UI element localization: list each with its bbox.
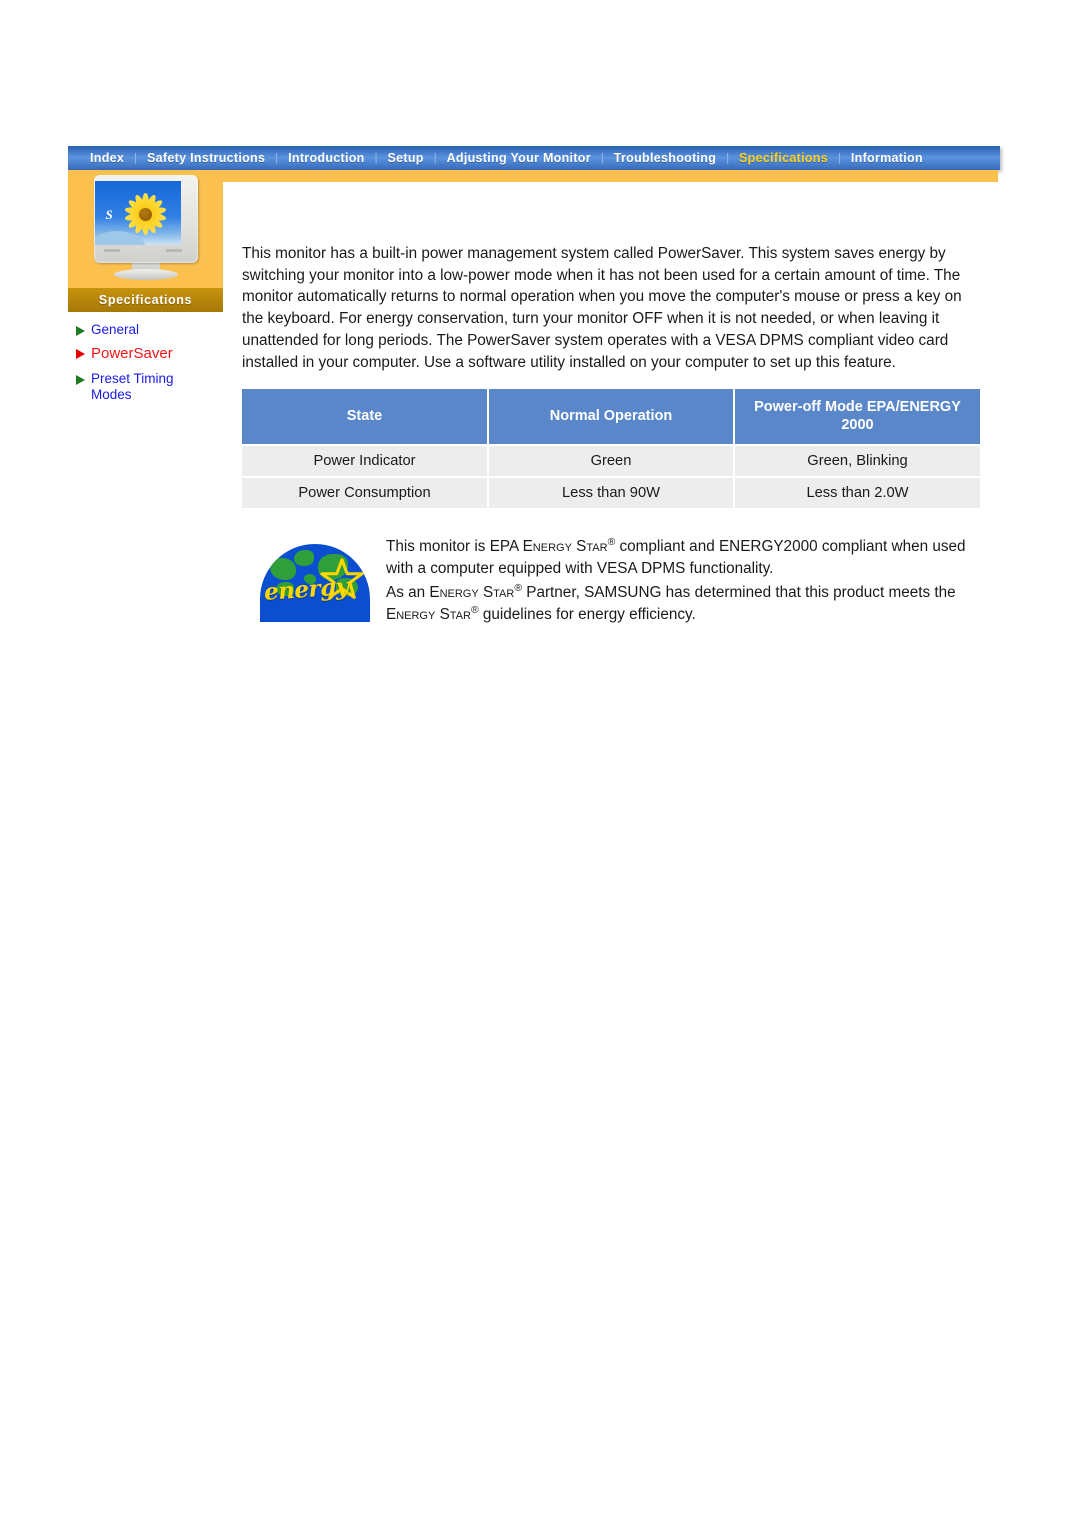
sidebar-item-label: General xyxy=(91,322,140,337)
table-cell: Power Indicator xyxy=(242,443,489,477)
sidebar: S Specifications General PowerSaver Pres… xyxy=(68,170,223,411)
sidebar-section-band: Specifications xyxy=(68,288,223,312)
screen-letter-s: S xyxy=(105,207,113,222)
sidebar-item-powersaver[interactable]: PowerSaver xyxy=(74,345,223,363)
green-triangle-icon xyxy=(76,374,85,385)
nav-item-introduction[interactable]: Introduction xyxy=(278,151,375,165)
sidebar-item-label: PowerSaver xyxy=(91,345,173,363)
table-header-row: State Normal Operation Power-off Mode EP… xyxy=(242,389,980,445)
monitor-base xyxy=(113,269,178,280)
text-fragment: This monitor is EPA xyxy=(386,537,523,555)
nav-item-specifications[interactable]: Specifications xyxy=(729,151,838,165)
energy-star-trademark: Energy Star xyxy=(386,606,471,624)
text-fragment: Partner, SAMSUNG has determined that thi… xyxy=(522,583,956,601)
table-cell: Less than 2.0W xyxy=(734,475,980,508)
sunflower-core xyxy=(139,207,152,221)
energy-star-paragraph-2: As an Energy Star® Partner, SAMSUNG has … xyxy=(386,582,982,626)
registered-symbol: ® xyxy=(470,604,479,616)
energy-star-logo: energy xyxy=(260,543,370,622)
text-fragment: As an xyxy=(386,583,430,601)
energy-star-trademark: Energy Star xyxy=(522,537,608,555)
monitor-brand-mark-right xyxy=(165,249,182,252)
energy-star-trademark: Energy Star xyxy=(429,583,515,601)
table-cell: Green, Blinking xyxy=(734,443,980,477)
table-row: Power Indicator Green Green, Blinking xyxy=(242,443,980,477)
green-triangle-icon xyxy=(76,326,85,336)
nav-item-troubleshooting[interactable]: Troubleshooting xyxy=(604,151,726,165)
main-content: This monitor has a built-in power manage… xyxy=(242,243,982,628)
monitor-illustration: S xyxy=(68,170,223,288)
table-cell: Green xyxy=(488,443,735,477)
energy-star-paragraph-1: This monitor is EPA Energy Star® complia… xyxy=(386,536,982,580)
energy-star-text: This monitor is EPA Energy Star® complia… xyxy=(386,532,982,629)
sidebar-item-label: Preset Timing Modes xyxy=(91,370,174,403)
nav-item-setup[interactable]: Setup xyxy=(377,151,433,165)
text-fragment: guidelines for energy efficiency. xyxy=(478,606,696,624)
table-header-text: Normal Operation xyxy=(549,408,673,425)
sidebar-nav-list: General PowerSaver Preset Timing Modes xyxy=(68,312,223,404)
sidebar-item-general[interactable]: General xyxy=(74,322,223,338)
sidebar-item-preset-timing-modes[interactable]: Preset Timing Modes xyxy=(74,371,223,404)
nav-item-adjusting-your-monitor[interactable]: Adjusting Your Monitor xyxy=(437,151,601,165)
monitor-brand-mark-left xyxy=(103,249,120,252)
energy-wordmark: energy xyxy=(263,572,350,606)
top-navigation-bar: Index | Safety Instructions | Introducti… xyxy=(68,146,1000,170)
nav-item-index[interactable]: Index xyxy=(80,151,134,165)
powersaver-intro-paragraph: This monitor has a built-in power manage… xyxy=(242,245,962,371)
energy-star-section: energy This monitor is EPA Energy Star® … xyxy=(242,532,982,629)
table-header-text-line1: Power-off Mode EPA/ENERGY xyxy=(754,399,961,416)
continent-shape xyxy=(294,549,314,566)
table-header-normal-operation: Normal Operation xyxy=(488,389,735,445)
table-header-text: State xyxy=(346,408,383,425)
monitor-screen: S xyxy=(94,181,181,245)
table-header-text-line2: 2000 xyxy=(841,417,874,434)
table-row: Power Consumption Less than 90W Less tha… xyxy=(242,475,980,508)
powersaver-table: State Normal Operation Power-off Mode EP… xyxy=(242,389,980,508)
table-header-power-off-mode: Power-off Mode EPA/ENERGY 2000 xyxy=(734,389,980,445)
red-triangle-icon xyxy=(76,349,85,360)
table-header-state: State xyxy=(242,389,489,445)
registered-symbol: ® xyxy=(514,582,522,594)
table-cell: Less than 90W xyxy=(488,475,735,508)
sunflower-icon xyxy=(123,191,169,237)
nav-item-information[interactable]: Information xyxy=(841,151,933,165)
nav-item-safety-instructions[interactable]: Safety Instructions xyxy=(137,151,275,165)
table-cell: Power Consumption xyxy=(242,475,489,508)
